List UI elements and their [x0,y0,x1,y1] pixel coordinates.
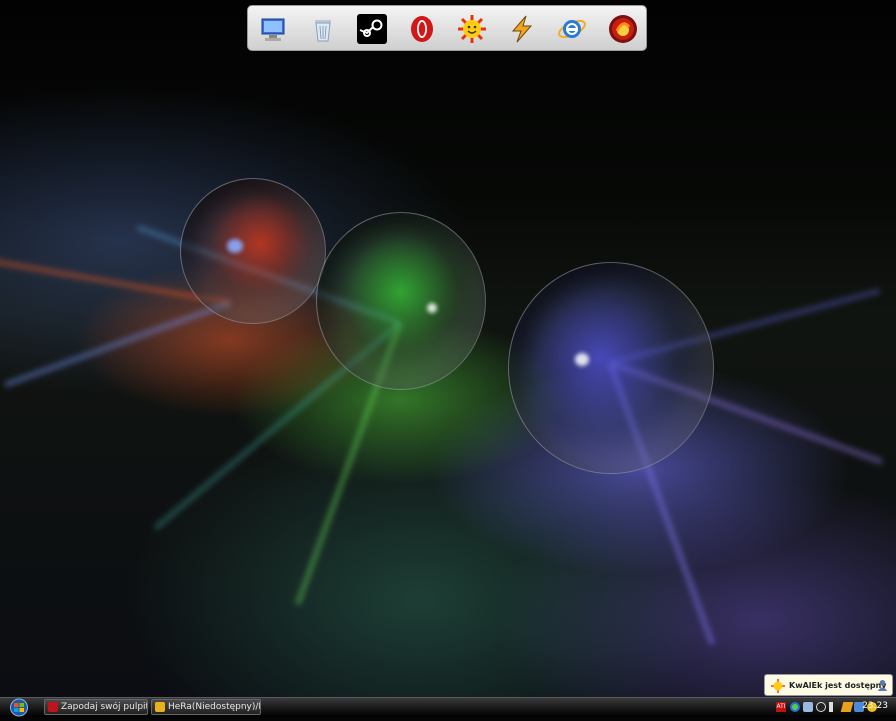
steam-tray-icon[interactable] [816,702,826,712]
desktop-wallpaper [0,0,896,697]
clock: 23:23 [862,701,888,711]
firefox-icon[interactable] [607,13,639,45]
blue-glass-sphere [508,262,714,474]
internet-explorer-icon[interactable] [556,13,588,45]
volume-icon[interactable] [829,702,839,712]
red-glass-sphere [180,178,326,324]
sun-icon[interactable] [456,13,488,45]
taskbar-button-label: Zapodaj swój pulpit;) -... [61,702,147,712]
user-icon [877,680,888,691]
winamp-icon[interactable] [506,13,538,45]
network-icon[interactable] [803,702,813,712]
messenger-icon[interactable] [790,702,800,712]
quick-launch-dock [247,5,647,51]
winamp-tray-icon[interactable] [840,702,854,712]
opera-icon[interactable] [406,13,438,45]
green-glass-sphere [316,212,486,390]
wallpaper-ray [3,300,232,388]
taskbar-button-opera[interactable]: Zapodaj swój pulpit;) -... [44,699,148,715]
opera-icon [48,702,58,712]
ati-icon[interactable]: ATI [776,702,786,712]
start-button[interactable] [2,698,36,717]
taskbar: Zapodaj swój pulpit;) -... HeRa(Niedostę… [0,697,896,717]
steam-icon[interactable] [356,13,388,45]
system-tray: ATI 23:23 [774,698,896,717]
mail-icon [155,702,165,712]
taskbar-button-label: HeRa(Niedostępny)/Mi... [168,702,260,712]
my-computer-icon[interactable] [257,13,289,45]
recycle-bin-icon[interactable] [307,13,339,45]
sun-icon [771,679,785,693]
taskbar-button-mail[interactable]: HeRa(Niedostępny)/Mi... [151,699,261,715]
notification-text: KwAlEk jest dostępny [789,681,887,690]
contact-online-notification[interactable]: KwAlEk jest dostępny [764,674,893,696]
